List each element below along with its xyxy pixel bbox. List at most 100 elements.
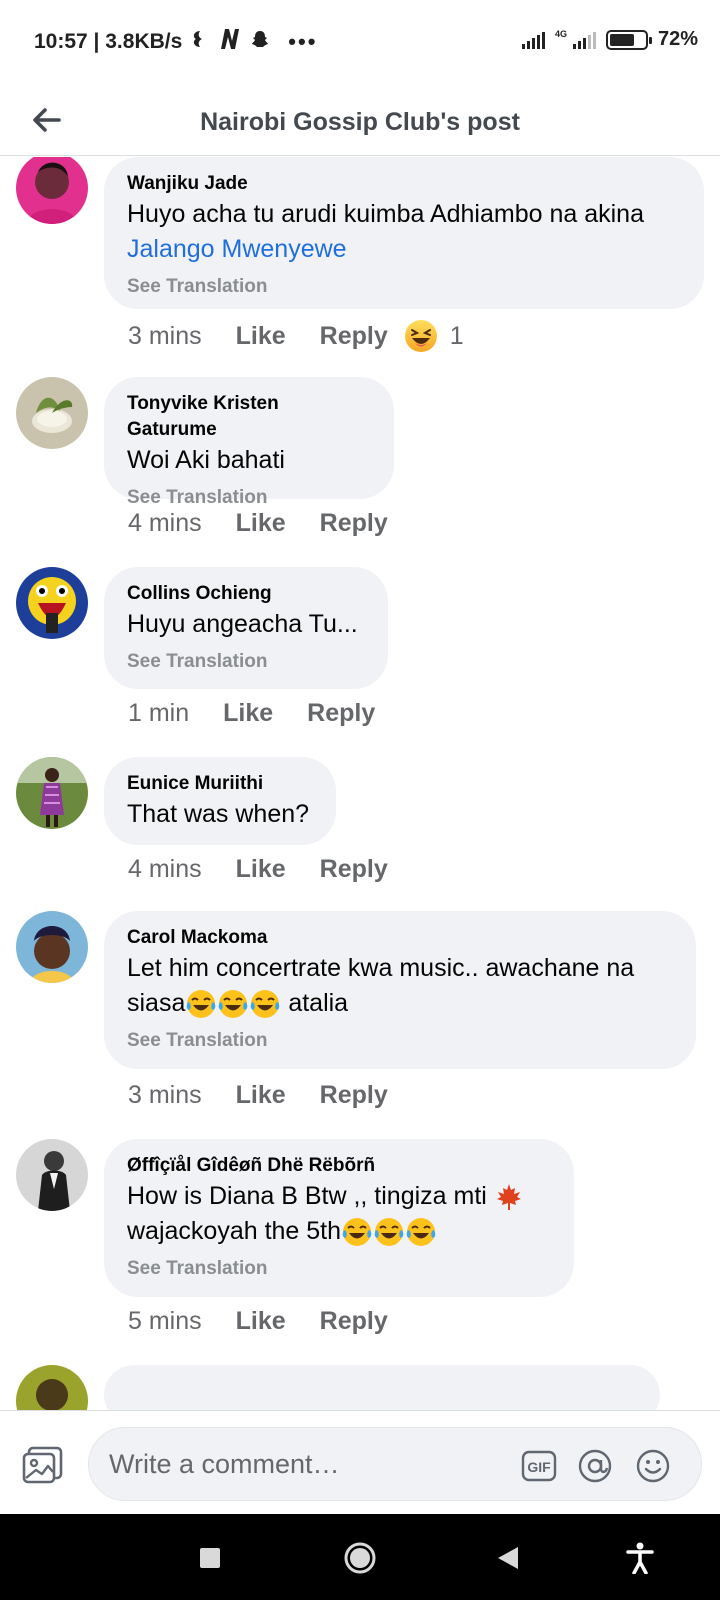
comment-bubble: Wanjiku Jade Huyo acha tu arudi kuimba A… [104, 157, 704, 309]
laughing-emoji-icon [404, 320, 437, 352]
see-translation-link[interactable]: See Translation [127, 486, 372, 510]
status-time: 10:57 | 3.8KB/s [34, 30, 183, 53]
comment-author[interactable]: Collins Ochieng [127, 581, 366, 607]
reaction-summary[interactable]: 1 [404, 319, 464, 353]
reply-button[interactable]: Reply [320, 322, 388, 351]
page-title: Nairobi Gossip Club's post [200, 108, 520, 136]
comment-text-line: wajackoyah the 5th [127, 1217, 342, 1245]
comment-author[interactable]: Carol Mackoma [127, 925, 674, 951]
maple-leaf-emoji-icon [496, 1184, 521, 1211]
like-button[interactable]: Like [236, 1307, 286, 1336]
battery-icon [605, 29, 652, 50]
comment-actions: 4 mins Like Reply [128, 509, 404, 538]
accessibility-button[interactable] [618, 1536, 662, 1580]
mention-button[interactable] [577, 1448, 613, 1484]
reply-button[interactable]: Reply [320, 509, 388, 538]
accessibility-icon [626, 1542, 654, 1574]
signal-icon [521, 31, 545, 49]
comment-text: Huyu angeacha Tu... [127, 610, 358, 638]
avatar[interactable] [16, 757, 88, 829]
comment-author[interactable]: Øffîçïål Gîdêøñ Dhë Rëbõrñ [127, 1153, 552, 1179]
reply-button[interactable]: Reply [320, 1307, 388, 1336]
comment-actions: 4 mins Like Reply [128, 855, 404, 884]
like-button[interactable]: Like [236, 1081, 286, 1110]
comment-bubble: Tonyvike Kristen Gaturume Woi Aki bahati… [104, 377, 394, 508]
comment-author[interactable]: Wanjiku Jade [127, 171, 682, 197]
tears-of-joy-emoji-icon [219, 990, 248, 1019]
comment-actions: 3 mins Like Reply 1 [128, 319, 464, 353]
reply-button[interactable]: Reply [320, 855, 388, 884]
comment-text: Let him concertrate kwa music.. awachane… [127, 951, 674, 1021]
avatar[interactable] [16, 1365, 88, 1410]
back-nav-button[interactable] [486, 1536, 530, 1580]
battery-percent: 72% [657, 28, 698, 50]
comment-composer: GIF [0, 1410, 720, 1514]
app-header: Nairobi Gossip Club's post [0, 86, 720, 156]
comment-bubble: Collins Ochieng Huyu angeacha Tu... See … [104, 567, 388, 689]
comment-text-line: atalia [281, 989, 349, 1017]
recents-button[interactable] [188, 1536, 232, 1580]
comment-author[interactable]: Tonyvike Kristen Gaturume [127, 391, 372, 443]
comment-text-line: Let him concertrate kwa music.. awachane… [127, 954, 635, 982]
like-button[interactable]: Like [223, 699, 273, 728]
avatar[interactable] [16, 567, 88, 639]
home-button[interactable] [338, 1536, 382, 1580]
see-translation-link[interactable]: See Translation [127, 650, 366, 674]
avatar[interactable] [16, 1139, 88, 1211]
reply-button[interactable]: Reply [320, 1081, 388, 1110]
gif-button[interactable]: GIF [521, 1448, 557, 1484]
signal-4g-icon [572, 31, 596, 49]
tears-of-joy-emoji-icon [406, 1218, 436, 1247]
system-nav-bar [0, 1514, 720, 1600]
comments-list: Wanjiku Jade Huyo acha tu arudi kuimba A… [0, 157, 720, 1410]
comment-bubble [104, 1365, 660, 1410]
mention-link[interactable]: Jalango Mwenyewe [127, 235, 347, 263]
smiley-icon [636, 1449, 670, 1483]
gif-label: GIF [527, 1459, 551, 1475]
tears-of-joy-emoji-icon [374, 1218, 404, 1247]
emoji-button[interactable] [635, 1448, 671, 1484]
netflix-icon [218, 28, 242, 56]
see-translation-link[interactable]: See Translation [127, 1029, 674, 1053]
home-circle-icon [344, 1542, 376, 1574]
tears-of-joy-emoji-icon [187, 990, 216, 1019]
at-sign-icon [578, 1449, 612, 1483]
comment-actions: 5 mins Like Reply [128, 1307, 404, 1336]
see-translation-link[interactable]: See Translation [127, 275, 682, 299]
see-translation-link[interactable]: See Translation [127, 1257, 552, 1281]
status-left: 10:57 | 3.8KB/s ••• [34, 28, 317, 56]
swirl-icon [190, 29, 210, 55]
like-button[interactable]: Like [236, 509, 286, 538]
status-bar: 10:57 | 3.8KB/s ••• 4G 72% [0, 0, 720, 86]
tears-of-joy-emoji-icon [251, 990, 280, 1019]
square-icon [200, 1548, 220, 1568]
comment-time: 3 mins [128, 1081, 202, 1109]
comment-text-line: siasa [127, 989, 186, 1017]
tears-of-joy-emoji-icon [342, 1218, 372, 1247]
comment-bubble: Øffîçïål Gîdêøñ Dhë Rëbõrñ How is Diana … [104, 1139, 574, 1297]
comment-actions: 3 mins Like Reply [128, 1081, 404, 1110]
like-button[interactable]: Like [236, 855, 286, 884]
comment-bubble: Carol Mackoma Let him concertrate kwa mu… [104, 911, 696, 1069]
comment-time: 1 min [128, 699, 190, 727]
comment-input[interactable] [109, 1444, 509, 1484]
comment-text: Woi Aki bahati [127, 446, 285, 474]
comment-time: 5 mins [128, 1307, 202, 1335]
triangle-back-icon [498, 1547, 518, 1569]
photo-button[interactable] [22, 1444, 64, 1486]
avatar[interactable] [16, 157, 88, 224]
comment-time: 4 mins [128, 509, 202, 537]
snapchat-icon [250, 29, 270, 55]
photo-icon [22, 1446, 63, 1484]
comment-time: 4 mins [128, 855, 202, 883]
reply-button[interactable]: Reply [307, 699, 375, 728]
reaction-count: 1 [449, 321, 464, 350]
comment-text-line: How is Diana B Btw ,, tingiza mti [127, 1182, 487, 1210]
avatar[interactable] [16, 377, 88, 449]
gif-icon: GIF [521, 1450, 557, 1482]
comment-text: That was when? [127, 800, 310, 828]
like-button[interactable]: Like [236, 322, 286, 351]
avatar[interactable] [16, 911, 88, 983]
comment-author[interactable]: Eunice Muriithi [127, 771, 314, 797]
status-right: 4G 72% [521, 28, 698, 51]
